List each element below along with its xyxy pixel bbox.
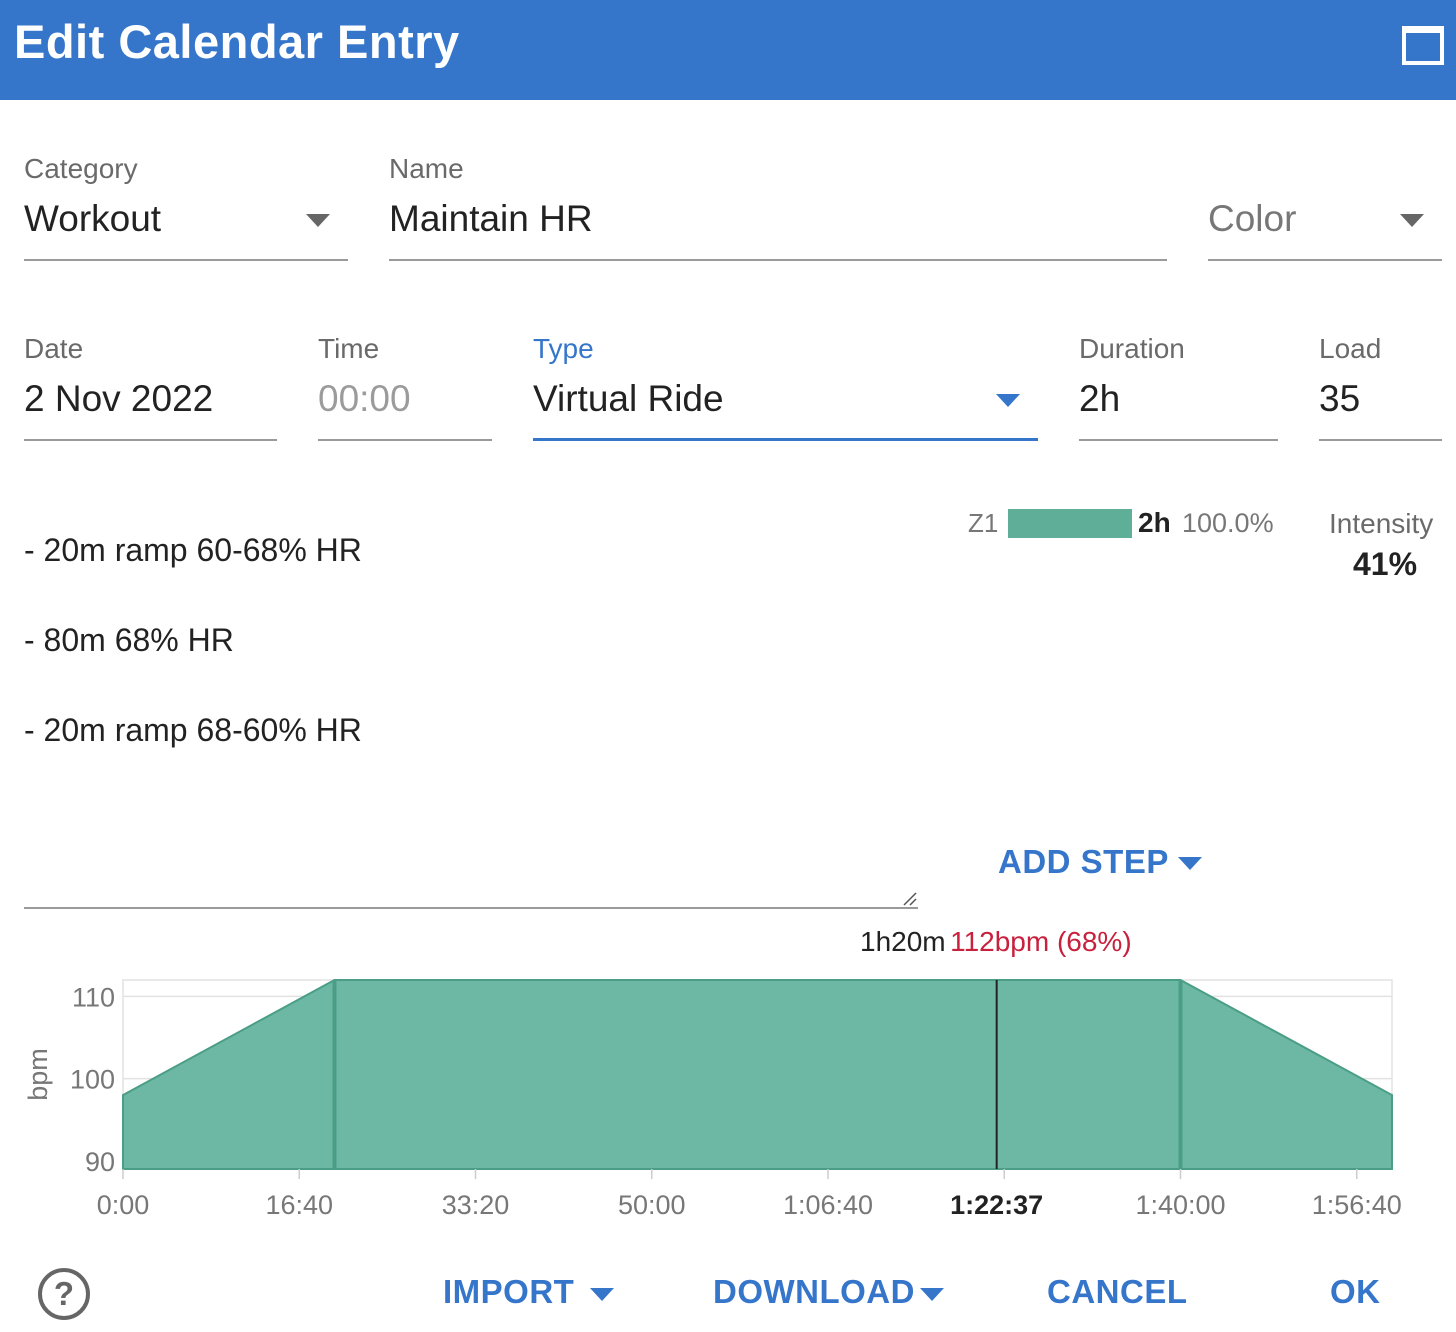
import-button[interactable]: IMPORT [443,1273,574,1311]
cancel-button[interactable]: CANCEL [1047,1273,1188,1311]
y-axis-label: bpm [23,1048,53,1101]
duration-underline [1079,439,1278,441]
workout-chart[interactable]: 90 100 110 bpm 0:00 16:40 33:20 50:00 1:06:40 1:2… [0,960,1456,1230]
type-underline [533,438,1038,441]
category-underline [24,259,348,261]
x-tick-label-highlight: 1:22:37 [950,1190,1043,1220]
duration-input[interactable]: 2h [1079,378,1120,420]
type-select[interactable]: Virtual Ride [533,378,724,420]
date-input[interactable]: 2 Nov 2022 [24,378,213,420]
x-tick-label: 16:40 [265,1190,333,1220]
hr-area [122,979,1393,1170]
tooltip-hr: 112bpm (68%) [950,926,1132,957]
download-label: DOWNLOAD [713,1273,915,1310]
load-underline [1319,439,1442,441]
x-tick-label: 0:00 [97,1190,150,1220]
zone-bar [1008,509,1132,538]
x-tick-label: 1:56:40 [1312,1190,1402,1220]
zone-percent: 100.0% [1182,508,1274,538]
zone-duration: 2h [1138,507,1171,538]
x-tick-label: 33:20 [442,1190,510,1220]
color-underline [1208,259,1442,261]
type-dropdown-icon[interactable] [996,394,1020,407]
duration-label: Duration [1079,333,1185,364]
color-dropdown-icon[interactable] [1400,214,1424,227]
category-dropdown-icon[interactable] [306,214,330,227]
description-underline [24,907,918,909]
type-label: Type [533,333,594,364]
x-tick-label: 1:06:40 [783,1190,873,1220]
dialog-title: Edit Calendar Entry [14,15,460,68]
tooltip-time: 1h20m [860,926,946,957]
add-step-button[interactable]: ADD STEP [998,843,1169,881]
import-label: IMPORT [443,1273,575,1310]
date-underline [24,439,277,441]
date-label: Date [24,333,84,364]
add-step-label: ADD STEP [998,843,1169,880]
y-tick-label: 110 [72,982,115,1012]
name-input[interactable]: Maintain HR [389,198,593,240]
help-icon[interactable]: ? [38,1268,90,1320]
description-line[interactable]: - 20m ramp 68-60% HR [24,712,362,749]
resize-handle-icon[interactable] [902,891,918,907]
load-label: Load [1319,333,1382,364]
download-dropdown-icon[interactable] [920,1288,944,1301]
intensity-value: 41% [1353,546,1418,582]
load-input[interactable]: 35 [1319,378,1360,420]
description-line[interactable]: - 20m ramp 60-68% HR [24,532,362,569]
color-select[interactable]: Color [1208,198,1296,240]
cancel-label: CANCEL [1047,1273,1188,1310]
time-label: Time [318,333,380,364]
ok-label: OK [1330,1273,1381,1310]
intensity-label: Intensity [1329,508,1434,539]
x-tick-label: 1:40:00 [1135,1190,1225,1220]
category-label: Category [24,153,138,184]
time-input[interactable]: 00:00 [318,378,411,420]
x-tick-label: 50:00 [618,1190,686,1220]
chart-tooltip: 1h20m 112bpm (68%) [860,926,1132,958]
y-tick-label: 100 [70,1065,115,1095]
import-dropdown-icon[interactable] [590,1288,614,1301]
category-value[interactable]: Workout [24,198,161,240]
ok-button[interactable]: OK [1330,1273,1381,1311]
description-line[interactable]: - 80m 68% HR [24,622,234,659]
name-label: Name [389,153,464,184]
name-underline [389,259,1167,261]
download-button[interactable]: DOWNLOAD [713,1273,915,1311]
y-tick-label: 90 [85,1147,115,1177]
maximize-icon[interactable] [1402,26,1444,65]
zone-name: Z1 [968,508,999,538]
time-underline [318,439,492,441]
add-step-dropdown-icon[interactable] [1178,857,1202,870]
